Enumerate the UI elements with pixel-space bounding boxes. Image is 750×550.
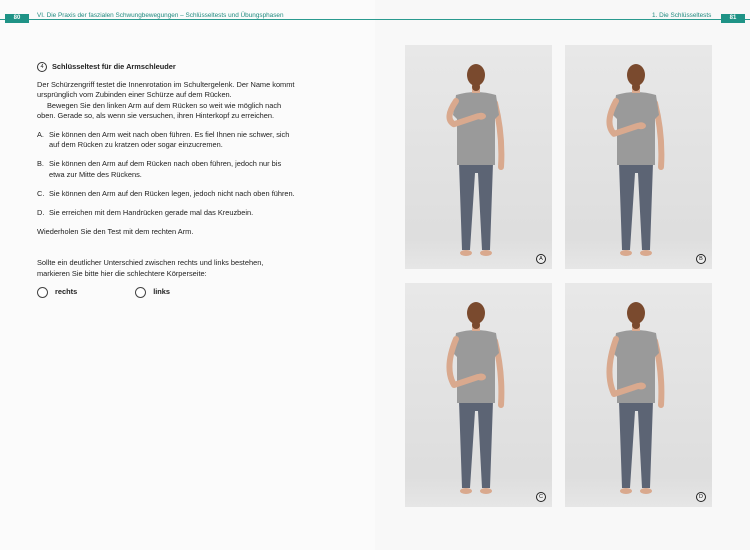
circle-checkbox-icon[interactable]	[135, 286, 147, 298]
right-foot	[640, 488, 652, 494]
hair-bun	[632, 83, 640, 91]
option-text: Sie können den Arm auf den Rücken legen,…	[49, 188, 295, 198]
hair-bun	[472, 83, 480, 91]
option-text: Sie können den Arm weit nach oben führen…	[49, 130, 290, 150]
header-rule-left	[0, 19, 375, 20]
photo-c: C	[405, 283, 552, 507]
header-rule-right	[375, 19, 750, 20]
photo-b: B	[565, 45, 712, 269]
photo-label-b: B	[696, 254, 706, 264]
photo-label-a: A	[536, 254, 546, 264]
intro-paragraph-2: Bewegen Sie den linken Arm auf dem Rücke…	[37, 100, 282, 120]
left-foot	[460, 488, 472, 494]
right-foot	[640, 250, 652, 256]
option-letter: C.	[37, 188, 45, 198]
hand	[476, 112, 486, 120]
test-text: 4 Schlüsseltest für die Armschleuder Der…	[37, 62, 297, 298]
option-a: A. Sie können den Arm weit nach oben füh…	[37, 130, 297, 150]
left-foot	[620, 488, 632, 494]
checkbox-rechts[interactable]: rechts	[37, 286, 78, 298]
circle-checkbox-icon[interactable]	[37, 286, 48, 298]
leggings	[619, 163, 653, 250]
shirt	[453, 330, 499, 403]
photo-d: D	[565, 283, 712, 507]
left-running-title: VI. Die Praxis der faszialen Schwungbewe…	[37, 12, 284, 19]
right-foot	[480, 250, 492, 256]
person-figure	[446, 64, 505, 256]
leggings	[459, 401, 493, 488]
option-letter: A.	[37, 130, 44, 140]
photo-a: A	[405, 45, 552, 269]
person-figure	[606, 302, 665, 494]
hand	[476, 373, 486, 381]
leggings	[619, 401, 653, 488]
shirt	[453, 92, 499, 165]
hand	[636, 122, 646, 130]
hair-bun	[632, 321, 640, 329]
side-selection: rechts links	[37, 286, 297, 298]
test-title: Schlüsseltest für die Armschleuder	[52, 62, 176, 71]
repeat-instruction: Wiederholen Sie den Test mit dem rechten…	[37, 227, 194, 237]
left-page-number: 80	[5, 14, 29, 23]
checkbox-label-links: links	[153, 287, 171, 297]
hand	[636, 382, 646, 390]
option-c: C. Sie können den Arm auf den Rücken leg…	[37, 189, 297, 199]
left-foot	[460, 250, 472, 256]
checkbox-label-rechts: rechts	[55, 287, 78, 297]
person-figure	[606, 64, 665, 256]
right-foot	[480, 488, 492, 494]
photo-label-d: D	[696, 492, 706, 502]
leggings	[459, 163, 493, 250]
right-running-title: 1. Die Schlüsseltests	[652, 12, 712, 19]
option-letter: D.	[37, 208, 45, 218]
option-b: B. Sie können den Arm auf dem Rücken nac…	[37, 159, 297, 179]
option-letter: B.	[37, 159, 44, 169]
head	[467, 64, 485, 86]
option-d: D. Sie erreichen mit dem Handrücken gera…	[37, 208, 297, 218]
option-text: Sie erreichen mit dem Handrücken gerade …	[49, 208, 254, 218]
checkbox-links[interactable]: links	[135, 286, 171, 298]
option-text: Sie können den Arm auf dem Rücken nach o…	[49, 159, 282, 179]
difference-instruction: Sollte ein deutlicher Unterschied zwisch…	[37, 258, 264, 278]
test-heading: 4 Schlüsseltest für die Armschleuder	[37, 62, 297, 73]
head	[467, 302, 485, 324]
person-figure	[446, 302, 505, 494]
photo-label-c: C	[536, 492, 546, 502]
hair-bun	[472, 321, 480, 329]
test-number-badge: 4	[37, 62, 47, 73]
right-page-number: 81	[721, 14, 745, 23]
head	[627, 302, 645, 324]
left-foot	[620, 250, 632, 256]
head	[627, 64, 645, 86]
intro-paragraph-1: Der Schürzengriff testet die Innenrotati…	[37, 80, 295, 100]
